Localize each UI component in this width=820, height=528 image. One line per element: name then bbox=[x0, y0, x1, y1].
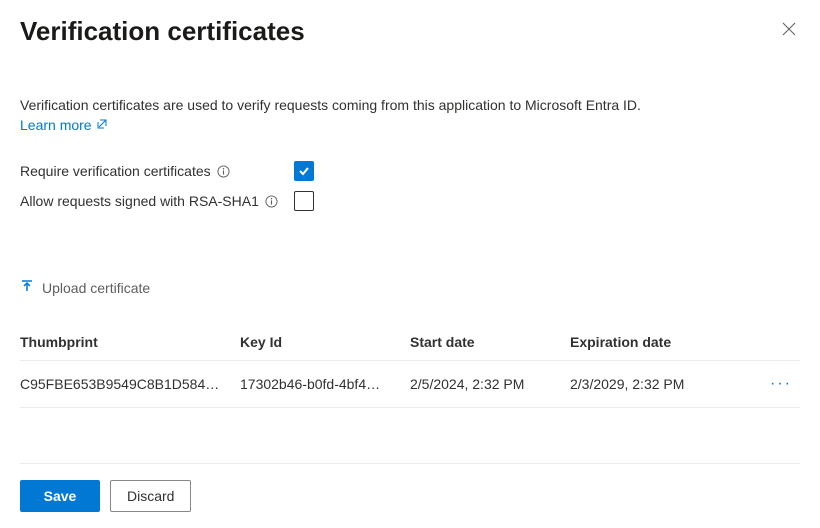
upload-icon bbox=[20, 279, 34, 296]
require-cert-label: Require verification certificates bbox=[20, 163, 211, 179]
cell-thumbprint: C95FBE653B9549C8B1D584… bbox=[20, 376, 240, 392]
row-actions-button[interactable]: ··· bbox=[770, 375, 792, 393]
description-text: Verification certificates are used to ve… bbox=[20, 95, 800, 115]
upload-label: Upload certificate bbox=[42, 280, 150, 296]
certificates-table: Thumbprint Key Id Start date Expiration … bbox=[20, 324, 800, 408]
info-icon[interactable] bbox=[217, 164, 231, 178]
cell-start: 2/5/2024, 2:32 PM bbox=[410, 376, 570, 392]
learn-more-link[interactable]: Learn more bbox=[20, 117, 108, 133]
close-icon bbox=[782, 23, 796, 40]
cell-expiration: 2/3/2029, 2:32 PM bbox=[570, 376, 730, 392]
cell-keyid: 17302b46-b0fd-4bf4… bbox=[240, 376, 410, 392]
save-button[interactable]: Save bbox=[20, 480, 100, 512]
discard-button[interactable]: Discard bbox=[110, 480, 191, 512]
upload-certificate-button[interactable]: Upload certificate bbox=[20, 275, 150, 300]
page-title: Verification certificates bbox=[20, 16, 305, 47]
info-icon[interactable] bbox=[265, 194, 279, 208]
more-icon: ··· bbox=[770, 375, 792, 392]
require-cert-checkbox[interactable] bbox=[294, 161, 314, 181]
allow-rsa-label: Allow requests signed with RSA-SHA1 bbox=[20, 193, 259, 209]
col-header-thumbprint[interactable]: Thumbprint bbox=[20, 334, 240, 350]
learn-more-label: Learn more bbox=[20, 117, 92, 133]
external-link-icon bbox=[96, 117, 108, 133]
allow-rsa-checkbox[interactable] bbox=[294, 191, 314, 211]
table-row[interactable]: C95FBE653B9549C8B1D584… 17302b46-b0fd-4b… bbox=[20, 360, 800, 408]
col-header-keyid[interactable]: Key Id bbox=[240, 334, 410, 350]
close-button[interactable] bbox=[778, 18, 800, 45]
col-header-start[interactable]: Start date bbox=[410, 334, 570, 350]
col-header-expiration[interactable]: Expiration date bbox=[570, 334, 730, 350]
